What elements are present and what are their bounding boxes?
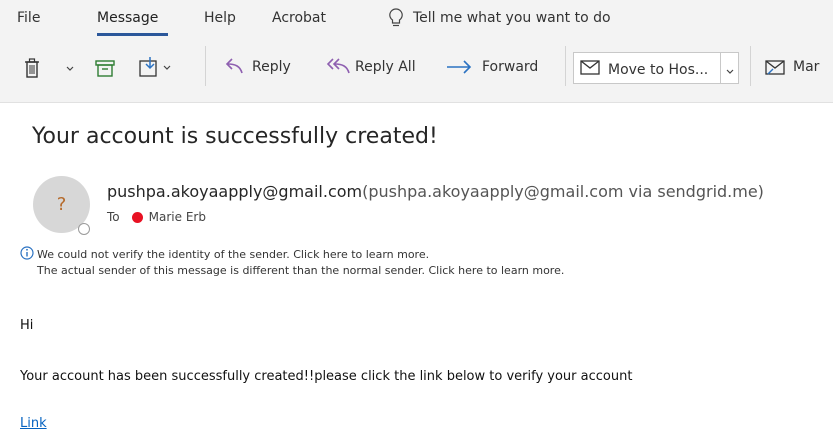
sender-email[interactable]: pushpa.akoyaapply@gmail.com bbox=[107, 182, 362, 201]
recipient-line: To Marie Erb bbox=[107, 210, 206, 224]
reply-button[interactable]: Reply bbox=[221, 57, 291, 77]
envelope-icon bbox=[580, 60, 600, 79]
chevron-down-icon bbox=[66, 66, 74, 71]
toolbar-divider bbox=[750, 46, 751, 86]
body-greeting: Hi bbox=[20, 318, 34, 333]
body-paragraph: Your account has been successfully creat… bbox=[20, 369, 633, 384]
reply-all-button[interactable]: Reply All bbox=[324, 57, 416, 77]
reply-all-label: Reply All bbox=[355, 59, 416, 75]
recipient-status-dot bbox=[131, 211, 143, 223]
chevron-down-icon bbox=[163, 65, 171, 70]
forward-label: Forward bbox=[482, 59, 539, 75]
delete-button[interactable] bbox=[24, 58, 40, 78]
quickstep-dropdown[interactable] bbox=[720, 53, 738, 83]
mark-label: Mar bbox=[793, 59, 820, 75]
message-subject: Your account is successfully created! bbox=[32, 124, 438, 149]
forward-button[interactable]: Forward bbox=[446, 57, 538, 77]
sender-warning[interactable]: We could not verify the identity of the … bbox=[20, 245, 564, 278]
avatar-initial: ? bbox=[56, 194, 67, 215]
verify-link[interactable]: Link bbox=[20, 416, 47, 431]
presence-indicator bbox=[78, 223, 90, 235]
delete-dropdown[interactable] bbox=[66, 66, 74, 71]
menu-bar: File Message Help Acrobat Tell me what y… bbox=[0, 0, 833, 36]
sender-via: (pushpa.akoyaapply@gmail.com via sendgri… bbox=[362, 182, 764, 201]
recipient-name[interactable]: Marie Erb bbox=[149, 210, 206, 224]
menu-file[interactable]: File bbox=[17, 10, 40, 26]
sender-line[interactable]: pushpa.akoyaapply@gmail.com(pushpa.akoya… bbox=[107, 182, 764, 201]
to-label: To bbox=[107, 210, 120, 224]
warning-line-2[interactable]: The actual sender of this message is dif… bbox=[37, 264, 564, 277]
mark-button[interactable]: Mar bbox=[765, 58, 819, 76]
toolbar-divider bbox=[565, 46, 566, 86]
move-button[interactable] bbox=[139, 56, 171, 78]
archive-button[interactable] bbox=[95, 59, 115, 77]
reply-icon bbox=[221, 57, 243, 77]
move-to-label: Move to Hos... bbox=[608, 61, 709, 78]
forward-icon bbox=[446, 57, 472, 77]
toolbar-divider bbox=[205, 46, 206, 86]
reply-all-icon bbox=[324, 57, 350, 77]
chevron-down-icon bbox=[726, 59, 734, 78]
move-to-quickstep[interactable]: Move to Hos... bbox=[573, 52, 739, 84]
info-icon bbox=[20, 245, 34, 263]
menu-message[interactable]: Message bbox=[97, 10, 158, 26]
mark-icon bbox=[765, 58, 787, 76]
delete-icon bbox=[24, 58, 40, 78]
move-icon bbox=[139, 56, 161, 78]
ribbon-toolbar: Reply Reply All Forward Move to Hos... M… bbox=[0, 36, 833, 103]
tell-me-search[interactable]: Tell me what you want to do bbox=[413, 10, 611, 26]
lightbulb-icon bbox=[389, 8, 403, 32]
warning-line-1[interactable]: We could not verify the identity of the … bbox=[37, 248, 429, 261]
body-link-line: Link bbox=[20, 416, 47, 431]
menu-acrobat[interactable]: Acrobat bbox=[272, 10, 326, 26]
reply-label: Reply bbox=[252, 59, 291, 75]
archive-icon bbox=[95, 59, 115, 77]
menu-help[interactable]: Help bbox=[204, 10, 236, 26]
